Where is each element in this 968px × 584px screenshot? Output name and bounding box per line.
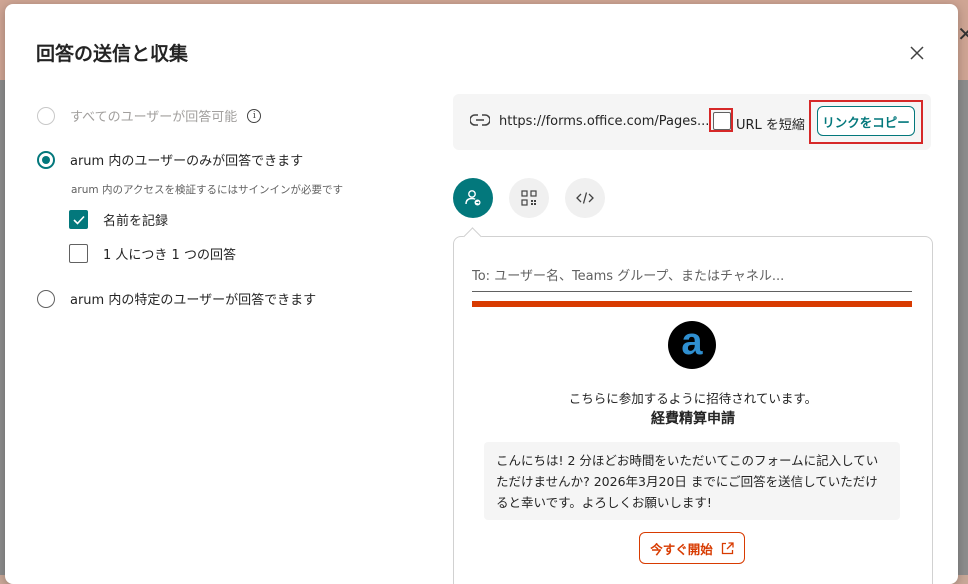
- one-response-checkbox[interactable]: [69, 244, 88, 263]
- link-icon: [470, 114, 490, 126]
- recipients-input[interactable]: [472, 261, 912, 292]
- invite-preview-card: a こちらに参加するように招待されています。 経費精算申請 こんにちは! 2 分…: [453, 227, 933, 584]
- record-name-option[interactable]: 名前を記録: [69, 210, 168, 229]
- info-icon[interactable]: i: [247, 108, 262, 123]
- org-only-hint: arum 内のアクセスを検証するにはサインインが必要です: [71, 184, 343, 196]
- email-banner: [472, 301, 912, 307]
- dialog-title: 回答の送信と収集: [36, 43, 189, 65]
- option-org-only[interactable]: arum 内のユーザーのみが回答できます: [37, 150, 303, 169]
- avatar-letter: a: [681, 321, 703, 363]
- qr-code-icon: [521, 190, 537, 206]
- one-response-label: 1 人につき 1 つの回答: [103, 248, 236, 263]
- share-via-qr-button[interactable]: [509, 178, 549, 218]
- record-name-label: 名前を記録: [103, 214, 169, 229]
- close-button[interactable]: [905, 41, 929, 65]
- option-org-only-label: arum 内のユーザーのみが回答できます: [70, 154, 304, 169]
- send-and-collect-dialog: 回答の送信と収集 すべてのユーザーが回答可能 i arum 内のユーザーのみが回…: [5, 4, 958, 584]
- share-via-people-button[interactable]: [453, 178, 493, 218]
- start-now-label: 今すぐ開始: [650, 541, 713, 557]
- person-share-icon: [465, 190, 481, 206]
- radio-org-only[interactable]: [37, 150, 55, 169]
- option-everyone[interactable]: すべてのユーザーが回答可能 i: [37, 106, 262, 125]
- open-external-icon: [721, 541, 734, 554]
- radio-specific-people[interactable]: [37, 289, 55, 308]
- avatar: a: [668, 321, 716, 369]
- link-bar: https://forms.office.com/Pages... URL を短…: [453, 94, 931, 150]
- checkmark-icon: [72, 215, 85, 225]
- radio-everyone[interactable]: [37, 106, 55, 125]
- form-url[interactable]: https://forms.office.com/Pages...: [499, 114, 709, 129]
- option-specific-people[interactable]: arum 内の特定のユーザーが回答できます: [37, 289, 316, 308]
- close-icon: [910, 46, 924, 60]
- card-notch: [463, 227, 482, 246]
- shorten-url-highlight: [709, 108, 733, 132]
- copy-link-button[interactable]: リンクをコピー: [817, 106, 915, 136]
- invite-message[interactable]: こんにちは! 2 分ほどお時間をいただいてこのフォームに記入していただけませんか…: [484, 442, 900, 520]
- one-response-option[interactable]: 1 人につき 1 つの回答: [69, 244, 236, 263]
- shorten-url-label[interactable]: URL を短縮: [736, 114, 805, 133]
- form-name: 経費精算申請: [651, 411, 735, 427]
- start-now-button[interactable]: 今すぐ開始: [639, 532, 745, 564]
- embed-code-icon: [576, 192, 594, 204]
- record-name-checkbox[interactable]: [69, 210, 88, 229]
- background-close-icon: ✕: [957, 22, 968, 46]
- option-everyone-label: すべてのユーザーが回答可能: [70, 110, 238, 125]
- share-via-embed-button[interactable]: [565, 178, 605, 218]
- option-specific-people-label: arum 内の特定のユーザーが回答できます: [70, 293, 317, 308]
- invite-text: こちらに参加するように招待されています。: [568, 391, 818, 406]
